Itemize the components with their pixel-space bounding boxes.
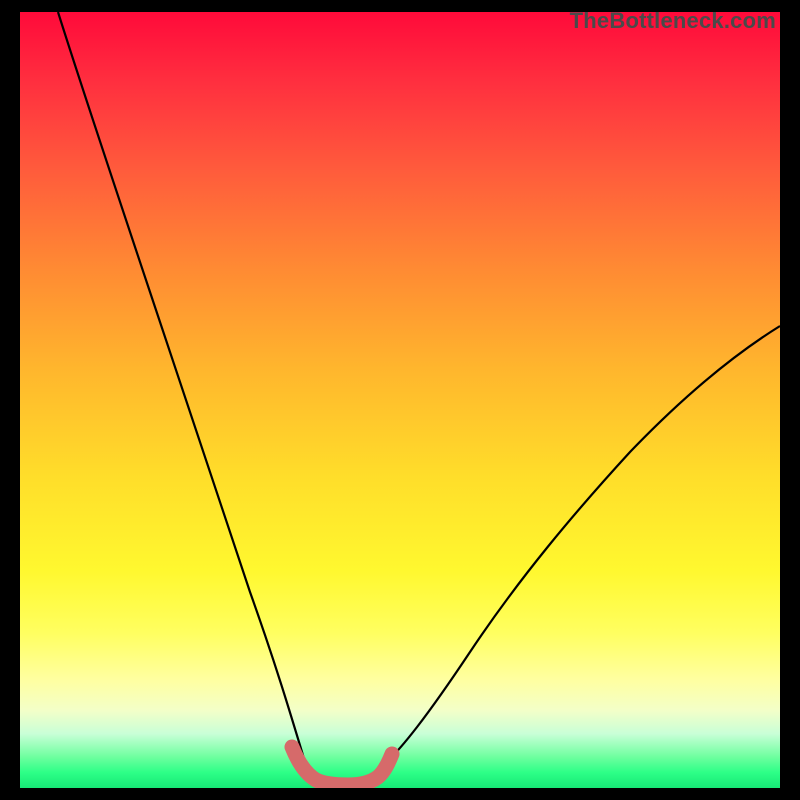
chart-background-gradient bbox=[20, 12, 780, 788]
chart-frame: TheBottleneck.com bbox=[20, 12, 780, 788]
watermark-text: TheBottleneck.com bbox=[570, 8, 776, 34]
